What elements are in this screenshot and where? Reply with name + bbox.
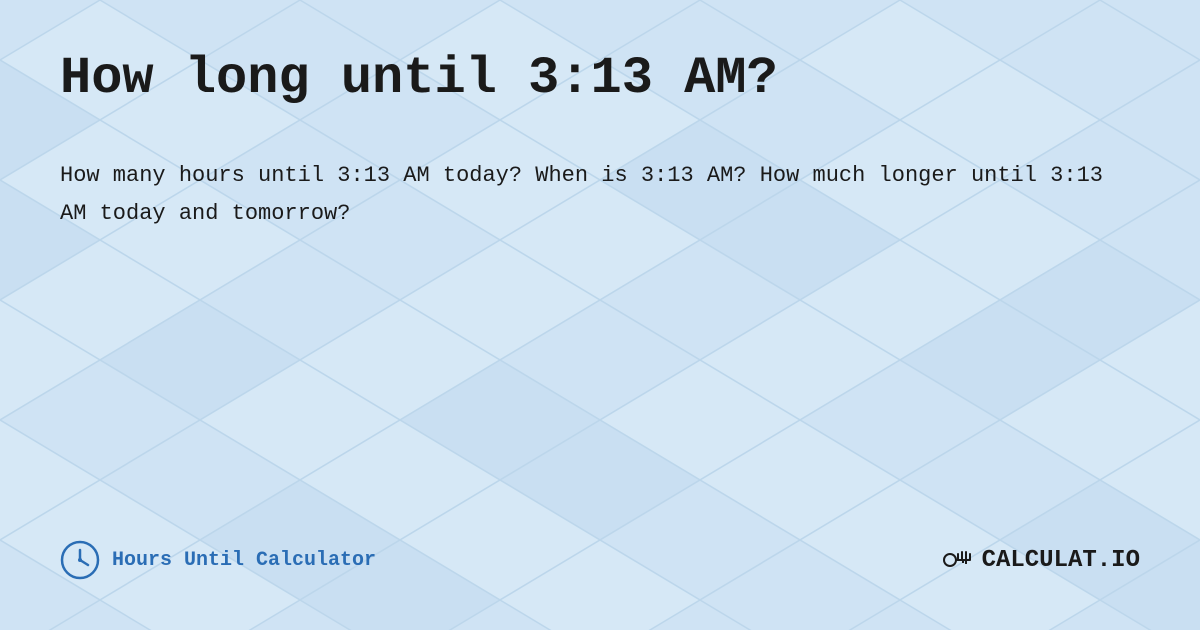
page-description: How many hours until 3:13 AM today? When… [60,157,1110,232]
page-title: How long until 3:13 AM? [60,50,1140,107]
logo-icon [940,542,976,578]
logo: CALCULAT.IO [940,542,1140,578]
footer-branding: Hours Until Calculator [60,540,376,580]
footer-site-label: Hours Until Calculator [112,549,376,572]
footer: Hours Until Calculator CALCULAT.IO [60,540,1140,590]
logo-text: CALCULAT.IO [982,547,1140,574]
clock-icon [60,540,100,580]
